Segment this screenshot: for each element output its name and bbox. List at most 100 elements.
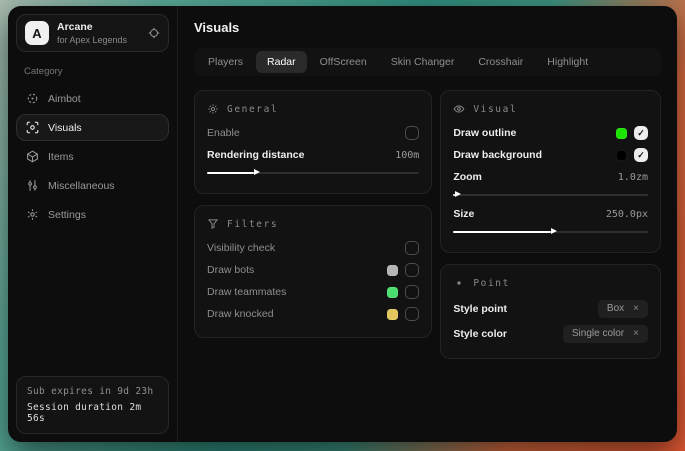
visibility-check-checkbox[interactable] [405, 241, 419, 255]
sidebar-item-aimbot[interactable]: Aimbot [16, 85, 169, 112]
draw-background-checkbox[interactable] [634, 148, 648, 162]
check-icon [635, 149, 647, 161]
enable-row: Enable [207, 122, 419, 144]
tab-crosshair[interactable]: Crosshair [467, 51, 534, 73]
sidebar-item-label: Miscellaneous [48, 180, 115, 192]
eye-icon [453, 103, 465, 115]
check-icon [635, 127, 647, 139]
visibility-check-label: Visibility check [207, 242, 405, 254]
draw-background-row: Draw background [453, 144, 648, 166]
style-point-chip-value: Box [607, 303, 624, 314]
tab-players[interactable]: Players [197, 51, 254, 73]
draw-outline-checkbox[interactable] [634, 126, 648, 140]
zoom-slider[interactable] [453, 190, 648, 199]
app-header-text: Arcane for Apex Legends [57, 21, 140, 45]
panel-title: Point [473, 278, 510, 289]
right-column: Visual Draw outline Draw background [440, 90, 661, 359]
slider-track [453, 194, 648, 196]
draw-knocked-color-swatch[interactable] [387, 309, 398, 320]
enable-checkbox[interactable] [405, 126, 419, 140]
crosshair-icon [26, 92, 39, 105]
app-logo: A [25, 21, 49, 45]
clear-icon[interactable]: × [633, 304, 639, 314]
panel-title: Visual [473, 104, 517, 115]
tab-offscreen[interactable]: OffScreen [309, 51, 378, 73]
zoom-row: Zoom 1.0zm [453, 166, 648, 188]
draw-outline-row: Draw outline [453, 122, 648, 144]
slider-thumb[interactable] [551, 228, 557, 234]
draw-teammates-checkbox[interactable] [405, 285, 419, 299]
tab-radar[interactable]: Radar [256, 51, 307, 73]
draw-teammates-label: Draw teammates [207, 286, 387, 298]
draw-knocked-row: Draw knocked [207, 303, 419, 325]
funnel-icon [207, 218, 219, 230]
slider-fill [453, 231, 550, 233]
gear-icon [26, 208, 39, 221]
size-slider[interactable] [453, 227, 648, 236]
style-color-select[interactable]: Single color × [563, 325, 648, 343]
draw-bots-checkbox[interactable] [405, 263, 419, 277]
draw-knocked-checkbox[interactable] [405, 307, 419, 321]
dot-icon [453, 277, 465, 289]
style-color-label: Style color [453, 328, 563, 340]
sidebar-item-miscellaneous[interactable]: Miscellaneous [16, 172, 169, 199]
tab-highlight[interactable]: Highlight [536, 51, 599, 73]
style-point-row: Style point Box × [453, 296, 648, 321]
scan-eye-icon [26, 121, 39, 134]
sub-expires-text: Sub expires in 9d 23h [27, 386, 158, 397]
panel-title: Filters [227, 219, 278, 230]
sidebar-item-label: Visuals [48, 122, 82, 134]
enable-label: Enable [207, 127, 405, 139]
size-row: Size 250.0px [453, 203, 648, 225]
app-header-card: A Arcane for Apex Legends [16, 14, 169, 52]
size-label: Size [453, 208, 606, 220]
draw-outline-color-swatch[interactable] [616, 128, 627, 139]
gear-icon [207, 103, 219, 115]
sidebar: A Arcane for Apex Legends Category Aimbo… [8, 6, 178, 442]
rendering-distance-slider[interactable] [207, 168, 419, 177]
app-window: A Arcane for Apex Legends Category Aimbo… [8, 6, 677, 442]
draw-bots-label: Draw bots [207, 264, 387, 276]
general-panel: General Enable Rendering distance 100m [194, 90, 432, 194]
filters-panel-header: Filters [207, 218, 419, 230]
point-panel: Point Style point Box × Style color Sing… [440, 264, 661, 359]
draw-bots-color-swatch[interactable] [387, 265, 398, 276]
draw-bots-row: Draw bots [207, 259, 419, 281]
slider-thumb[interactable] [455, 191, 461, 197]
zoom-value: 1.0zm [618, 172, 648, 183]
sidebar-item-settings[interactable]: Settings [16, 201, 169, 228]
visual-panel: Visual Draw outline Draw background [440, 90, 661, 253]
draw-background-label: Draw background [453, 149, 616, 161]
rendering-distance-row: Rendering distance 100m [207, 144, 419, 166]
left-column: General Enable Rendering distance 100m [194, 90, 432, 338]
draw-knocked-label: Draw knocked [207, 308, 387, 320]
rendering-distance-value: 100m [395, 150, 419, 161]
sidebar-item-items[interactable]: Items [16, 143, 169, 170]
session-duration-text: Session duration 2m 56s [27, 402, 158, 424]
panel-title: General [227, 104, 278, 115]
sidebar-section-label: Category [24, 66, 161, 77]
draw-outline-label: Draw outline [453, 127, 616, 139]
slider-thumb[interactable] [254, 169, 260, 175]
panels-grid: General Enable Rendering distance 100m [194, 90, 661, 359]
rendering-distance-label: Rendering distance [207, 149, 395, 161]
slider-fill [207, 172, 254, 174]
session-info-card: Sub expires in 9d 23h Session duration 2… [16, 376, 169, 434]
filters-panel: Filters Visibility check Draw bots [194, 205, 432, 338]
slider-fill [453, 194, 455, 196]
target-icon[interactable] [148, 27, 160, 39]
main-content: Visuals Players Radar OffScreen Skin Cha… [178, 6, 677, 442]
clear-icon[interactable]: × [633, 329, 639, 339]
draw-background-color-swatch[interactable] [616, 150, 627, 161]
style-point-select[interactable]: Box × [598, 300, 648, 318]
sidebar-item-label: Aimbot [48, 93, 81, 105]
app-title: Arcane [57, 21, 140, 33]
tab-skin-changer[interactable]: Skin Changer [380, 51, 466, 73]
sidebar-nav: Aimbot Visuals Items Miscellaneous [16, 85, 169, 230]
page-title: Visuals [194, 20, 661, 35]
draw-teammates-color-swatch[interactable] [387, 287, 398, 298]
sidebar-item-visuals[interactable]: Visuals [16, 114, 169, 141]
size-value: 250.0px [606, 209, 648, 220]
style-color-row: Style color Single color × [453, 321, 648, 346]
sidebar-item-label: Settings [48, 209, 86, 221]
